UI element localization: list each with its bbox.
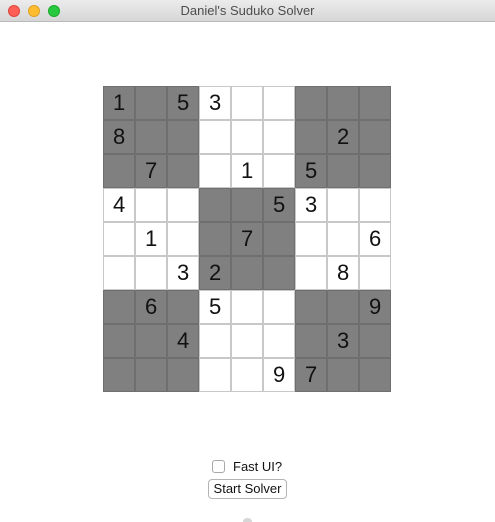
sudoku-cell[interactable] <box>295 222 327 256</box>
sudoku-cell[interactable] <box>167 222 199 256</box>
sudoku-cell[interactable] <box>359 188 391 222</box>
sudoku-cell[interactable] <box>231 290 263 324</box>
sudoku-cell[interactable] <box>167 188 199 222</box>
sudoku-cell[interactable] <box>359 154 391 188</box>
sudoku-cell[interactable] <box>199 154 231 188</box>
sudoku-cell[interactable] <box>167 120 199 154</box>
sudoku-cell[interactable]: 9 <box>263 358 295 392</box>
sudoku-cell[interactable] <box>327 290 359 324</box>
sudoku-cell[interactable]: 1 <box>135 222 167 256</box>
sudoku-cell[interactable] <box>199 222 231 256</box>
sudoku-cell[interactable]: 5 <box>167 86 199 120</box>
sudoku-cell[interactable] <box>359 324 391 358</box>
sudoku-cell[interactable] <box>359 256 391 290</box>
sudoku-cell[interactable]: 7 <box>231 222 263 256</box>
sudoku-cell[interactable] <box>135 188 167 222</box>
sudoku-cell[interactable] <box>199 358 231 392</box>
sudoku-cell[interactable] <box>295 290 327 324</box>
sudoku-cell[interactable]: 8 <box>103 120 135 154</box>
sudoku-cell[interactable] <box>263 324 295 358</box>
sudoku-cell[interactable] <box>199 324 231 358</box>
sudoku-cell[interactable] <box>327 154 359 188</box>
sudoku-cell[interactable]: 5 <box>263 188 295 222</box>
sudoku-cell[interactable]: 2 <box>327 120 359 154</box>
sudoku-cell[interactable]: 6 <box>135 290 167 324</box>
sudoku-cell[interactable] <box>263 86 295 120</box>
sudoku-cell[interactable]: 1 <box>103 86 135 120</box>
sudoku-cell[interactable] <box>199 120 231 154</box>
sudoku-cell[interactable] <box>327 188 359 222</box>
sudoku-cell[interactable] <box>231 324 263 358</box>
sudoku-cell[interactable] <box>135 120 167 154</box>
sudoku-cell[interactable] <box>295 256 327 290</box>
sudoku-cell[interactable] <box>167 358 199 392</box>
sudoku-board: 153827154531763286594397 <box>103 86 391 392</box>
sudoku-cell[interactable] <box>295 120 327 154</box>
sudoku-cell[interactable] <box>263 222 295 256</box>
sudoku-cell[interactable] <box>263 154 295 188</box>
sudoku-cell[interactable] <box>135 86 167 120</box>
sudoku-cell[interactable] <box>103 324 135 358</box>
sudoku-cell[interactable]: 7 <box>135 154 167 188</box>
start-solver-button[interactable]: Start Solver <box>208 479 287 499</box>
sudoku-cell[interactable] <box>135 324 167 358</box>
sudoku-cell[interactable] <box>103 358 135 392</box>
sudoku-cell[interactable]: 5 <box>295 154 327 188</box>
sudoku-cell[interactable]: 3 <box>327 324 359 358</box>
sudoku-cell[interactable] <box>135 358 167 392</box>
sudoku-cell[interactable] <box>263 120 295 154</box>
fast-ui-label: Fast UI? <box>233 458 283 474</box>
sudoku-cell[interactable] <box>359 358 391 392</box>
sudoku-cell[interactable]: 9 <box>359 290 391 324</box>
sudoku-cell[interactable]: 8 <box>327 256 359 290</box>
sudoku-cell[interactable] <box>327 222 359 256</box>
sudoku-cell[interactable]: 3 <box>295 188 327 222</box>
sudoku-cell[interactable]: 3 <box>167 256 199 290</box>
resize-handle <box>243 518 252 522</box>
sudoku-cell[interactable] <box>231 256 263 290</box>
sudoku-cell[interactable]: 3 <box>199 86 231 120</box>
sudoku-cell[interactable] <box>359 120 391 154</box>
sudoku-cell[interactable] <box>295 86 327 120</box>
sudoku-cell[interactable]: 7 <box>295 358 327 392</box>
fast-ui-checkbox[interactable] <box>212 459 225 473</box>
sudoku-cell[interactable] <box>327 86 359 120</box>
sudoku-cell[interactable]: 5 <box>199 290 231 324</box>
sudoku-cell[interactable] <box>327 358 359 392</box>
sudoku-cell[interactable] <box>231 358 263 392</box>
sudoku-cell[interactable] <box>231 120 263 154</box>
sudoku-cell[interactable] <box>103 256 135 290</box>
sudoku-cell[interactable]: 6 <box>359 222 391 256</box>
sudoku-cell[interactable] <box>263 256 295 290</box>
sudoku-cell[interactable] <box>231 86 263 120</box>
sudoku-cell[interactable]: 2 <box>199 256 231 290</box>
sudoku-cell[interactable]: 1 <box>231 154 263 188</box>
sudoku-cell[interactable] <box>135 256 167 290</box>
sudoku-cell[interactable] <box>359 86 391 120</box>
sudoku-cell[interactable] <box>103 154 135 188</box>
window-title: Daniel's Suduko Solver <box>180 3 315 18</box>
sudoku-cell[interactable] <box>295 324 327 358</box>
sudoku-cell[interactable] <box>103 290 135 324</box>
sudoku-cell[interactable] <box>263 290 295 324</box>
sudoku-cell[interactable] <box>103 222 135 256</box>
sudoku-cell[interactable]: 4 <box>167 324 199 358</box>
sudoku-cell[interactable] <box>231 188 263 222</box>
sudoku-cell[interactable] <box>199 188 231 222</box>
fast-ui-option[interactable]: Fast UI? <box>212 458 282 474</box>
sudoku-cell[interactable] <box>167 290 199 324</box>
sudoku-cell[interactable]: 4 <box>103 188 135 222</box>
title-bar: Daniel's Suduko Solver <box>0 0 495 22</box>
sudoku-cell[interactable] <box>167 154 199 188</box>
